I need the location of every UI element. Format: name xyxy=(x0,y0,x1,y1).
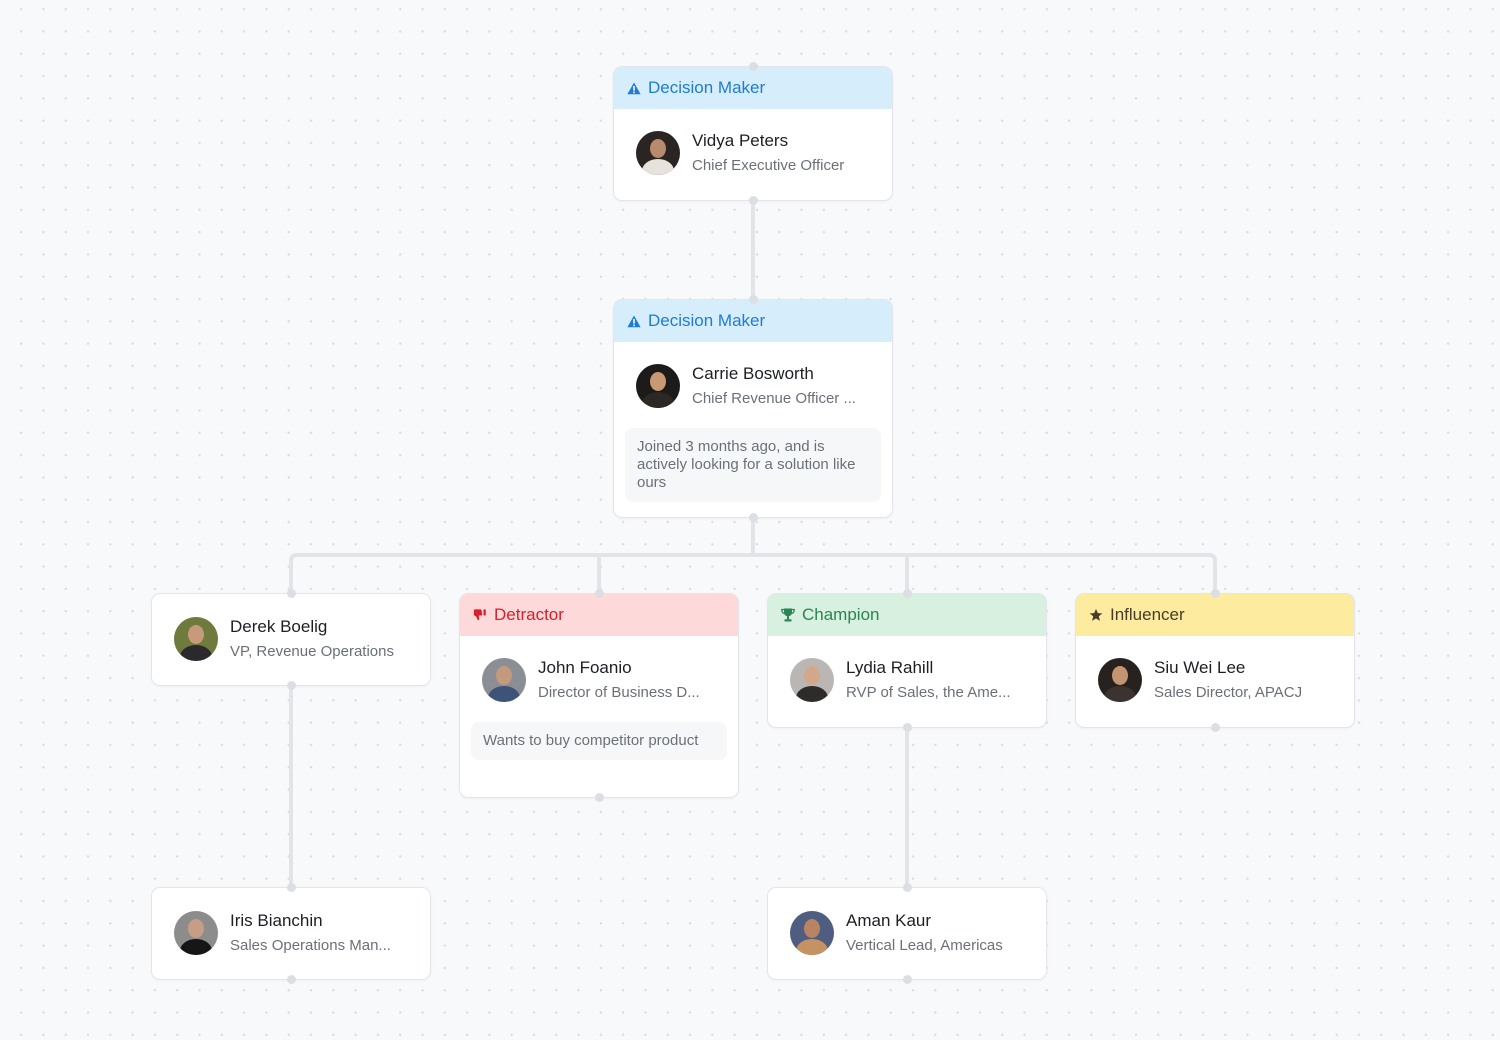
person-name: Lydia Rahill xyxy=(846,658,934,677)
person-card-carrie-bosworth[interactable]: Decision Maker Carrie Bosworth Chief Rev… xyxy=(613,295,893,522)
person-info: Carrie Bosworth Chief Revenue Officer ..… xyxy=(614,342,892,430)
person-title: Sales Director, APACJ xyxy=(1154,684,1303,701)
person-title: Sales Operations Man... xyxy=(230,937,391,954)
connection-port[interactable] xyxy=(902,975,912,984)
connection-port[interactable] xyxy=(902,883,912,892)
org-chart-canvas: Decision Maker Vidya Peters Chief Execut… xyxy=(0,0,1500,1040)
thumbs-down-icon xyxy=(473,608,487,622)
person-card-siu-wei-lee[interactable]: Influencer Siu Wei Lee Sales Director, A… xyxy=(1075,589,1355,732)
person-name: Carrie Bosworth xyxy=(692,364,814,383)
avatar xyxy=(790,658,834,702)
avatar xyxy=(636,364,680,408)
person-name: Aman Kaur xyxy=(846,911,932,930)
person-card-lydia-rahill[interactable]: Champion Lydia Rahill RVP of Sales, the … xyxy=(767,589,1047,732)
connection-port[interactable] xyxy=(286,589,296,598)
person-info: Derek Boelig VP, Revenue Operations xyxy=(152,594,430,684)
person-name: Derek Boelig xyxy=(230,617,328,636)
avatar xyxy=(790,911,834,955)
role-header-decision-maker: Decision Maker xyxy=(614,300,892,342)
role-header-decision-maker: Decision Maker xyxy=(614,67,892,109)
person-card-derek-boelig[interactable]: Derek Boelig VP, Revenue Operations xyxy=(151,589,431,690)
person-title: Vertical Lead, Americas xyxy=(846,937,1003,954)
connection-port[interactable] xyxy=(1210,723,1220,732)
person-info: John Foanio Director of Business D... xyxy=(460,636,738,724)
trophy-icon xyxy=(781,608,795,622)
connection-port[interactable] xyxy=(748,513,758,522)
person-name: Vidya Peters xyxy=(692,131,789,150)
warning-icon xyxy=(627,81,641,95)
person-info: Siu Wei Lee Sales Director, APACJ xyxy=(1076,636,1354,724)
role-label: Influencer xyxy=(1110,605,1185,624)
connection-port[interactable] xyxy=(902,589,912,598)
person-name: Siu Wei Lee xyxy=(1154,658,1246,677)
avatar xyxy=(1098,658,1142,702)
role-header-champion: Champion xyxy=(768,594,1046,636)
star-icon xyxy=(1089,608,1103,622)
person-name: John Foanio xyxy=(538,658,632,677)
edge-carrie-children xyxy=(289,518,1217,592)
connection-port[interactable] xyxy=(286,975,296,984)
avatar xyxy=(482,658,526,702)
role-header-influencer: Influencer xyxy=(1076,594,1354,636)
person-name: Iris Bianchin xyxy=(230,911,323,930)
avatar xyxy=(174,617,218,661)
role-label: Decision Maker xyxy=(648,78,766,97)
avatar xyxy=(174,911,218,955)
person-title: RVP of Sales, the Ame... xyxy=(846,684,1011,701)
connection-port[interactable] xyxy=(748,62,758,71)
person-title: VP, Revenue Operations xyxy=(230,643,394,660)
avatar xyxy=(636,131,680,175)
role-label: Decision Maker xyxy=(648,311,766,330)
person-card-john-foanio[interactable]: Detractor John Foanio Director of Busine… xyxy=(459,589,739,802)
person-info: Iris Bianchin Sales Operations Man... xyxy=(152,888,430,978)
person-note: Wants to buy competitor product xyxy=(471,722,727,760)
person-title: Chief Executive Officer xyxy=(692,157,845,174)
connection-port[interactable] xyxy=(1210,589,1220,598)
warning-icon xyxy=(627,314,641,328)
person-card-iris-bianchin[interactable]: Iris Bianchin Sales Operations Man... xyxy=(151,883,431,984)
connection-port[interactable] xyxy=(286,681,296,690)
role-label: Detractor xyxy=(494,605,564,624)
connection-port[interactable] xyxy=(748,295,758,304)
person-title: Director of Business D... xyxy=(538,684,700,701)
person-title: Chief Revenue Officer ... xyxy=(692,390,856,407)
role-header-detractor: Detractor xyxy=(460,594,738,636)
role-label: Champion xyxy=(802,605,880,624)
person-info: Lydia Rahill RVP of Sales, the Ame... xyxy=(768,636,1046,724)
connection-port[interactable] xyxy=(748,196,758,205)
person-card-vidya-peters[interactable]: Decision Maker Vidya Peters Chief Execut… xyxy=(613,62,893,205)
person-info: Aman Kaur Vertical Lead, Americas xyxy=(768,888,1046,978)
connection-port[interactable] xyxy=(902,723,912,732)
person-info: Vidya Peters Chief Executive Officer xyxy=(614,109,892,197)
person-card-aman-kaur[interactable]: Aman Kaur Vertical Lead, Americas xyxy=(767,883,1047,984)
connection-port[interactable] xyxy=(594,793,604,802)
connection-port[interactable] xyxy=(286,883,296,892)
person-note: Joined 3 months ago, and is actively loo… xyxy=(625,428,881,502)
connection-port[interactable] xyxy=(594,589,604,598)
